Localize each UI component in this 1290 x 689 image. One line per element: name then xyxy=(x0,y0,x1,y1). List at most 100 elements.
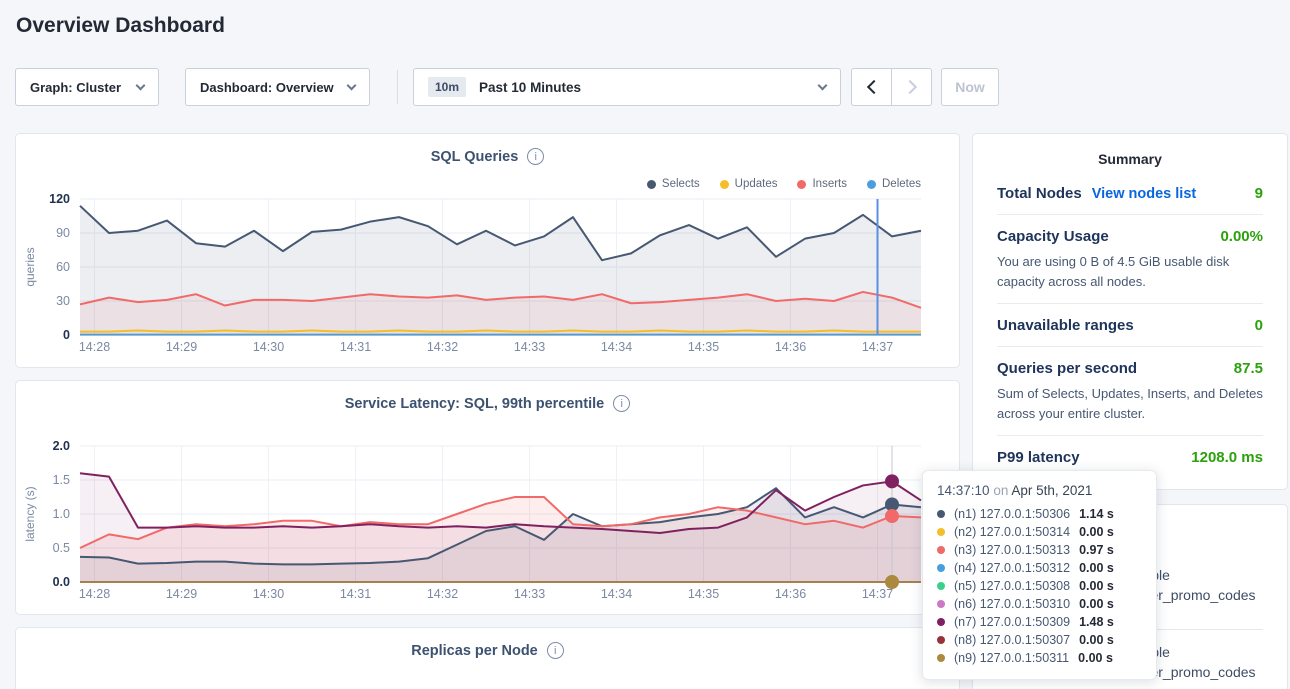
crosshair-dot xyxy=(885,509,899,523)
chart-title-text: Replicas per Node xyxy=(411,643,538,659)
x-tick-label: 14:32 xyxy=(427,340,458,354)
dashboard-dropdown[interactable]: Dashboard: Overview xyxy=(185,68,370,106)
x-tick-label: 14:32 xyxy=(427,587,458,601)
legend-label: Deletes xyxy=(882,178,921,190)
chevron-right-icon xyxy=(902,80,916,94)
summary-label: Unavailable ranges xyxy=(997,317,1134,334)
series-color-dot xyxy=(937,618,945,626)
y-tick-label: 0.0 xyxy=(53,575,70,589)
chevron-left-icon xyxy=(866,80,880,94)
x-tick-label: 14:28 xyxy=(79,340,110,354)
tooltip-node-row: (n7) 127.0.0.1:503091.48 s xyxy=(937,613,1142,631)
y-tick-label: 30 xyxy=(56,294,70,308)
x-tick-label: 14:34 xyxy=(601,340,632,354)
sql-queries-panel: SQL Queries i Selects Updates Inserts Delet… xyxy=(15,133,960,368)
info-icon[interactable]: i xyxy=(613,395,630,412)
time-next-button[interactable] xyxy=(891,68,932,106)
x-tick-label: 14:31 xyxy=(340,340,371,354)
series-line xyxy=(80,330,921,331)
summary-panel: Summary Total NodesView nodes list9Capac… xyxy=(972,133,1288,490)
summary-title: Summary xyxy=(973,134,1287,172)
legend-item-deletes[interactable]: Deletes xyxy=(867,178,921,190)
time-range-label: Past 10 Minutes xyxy=(479,80,581,95)
now-button[interactable]: Now xyxy=(941,68,999,106)
x-tick-label: 14:35 xyxy=(688,340,719,354)
tooltip-node-row: (n4) 127.0.0.1:50312 0.00 s xyxy=(937,559,1142,577)
tooltip-node-label: (n9) 127.0.0.1:50311 xyxy=(954,651,1069,665)
graph-dropdown-label: Graph: Cluster xyxy=(30,80,121,95)
tooltip-date: Apr 5th, 2021 xyxy=(1011,483,1092,498)
x-tick-label: 14:28 xyxy=(79,587,110,601)
tooltip-node-label: (n3) 127.0.0.1:50313 xyxy=(954,543,1070,557)
tooltip-node-row: (n3) 127.0.0.1:50313 0.97 s xyxy=(937,541,1142,559)
chart-title: Replicas per Node i xyxy=(16,642,959,659)
x-tick-label: 14:30 xyxy=(253,587,284,601)
tooltip-node-value: 0.00 s xyxy=(1079,579,1114,593)
summary-row: Capacity Usage0.00%You are using 0 B of … xyxy=(997,214,1263,303)
legend-item-selects[interactable]: Selects xyxy=(647,178,700,190)
tooltip-node-label: (n1) 127.0.0.1:50306 xyxy=(954,507,1070,521)
tooltip-node-value: 1.48 s xyxy=(1079,615,1114,629)
series-color-dot xyxy=(937,636,945,644)
series-color-dot xyxy=(937,528,945,536)
tooltip-node-row: (n6) 127.0.0.1:50310 0.00 s xyxy=(937,595,1142,613)
summary-value: 0 xyxy=(1255,317,1263,334)
x-tick-label: 14:35 xyxy=(688,587,719,601)
tooltip-node-value: 0.00 s xyxy=(1079,597,1114,611)
toolbar-divider xyxy=(397,70,398,104)
summary-value: 0.00% xyxy=(1220,228,1263,245)
tooltip-node-row: (n8) 127.0.0.1:503070.00 s xyxy=(937,631,1142,649)
sql-queries-chart[interactable]: 030609012014:2814:2914:3014:3114:3214:33… xyxy=(18,190,959,362)
legend-item-updates[interactable]: Updates xyxy=(720,178,778,190)
x-tick-label: 14:34 xyxy=(601,587,632,601)
sql-queries-svg[interactable]: 030609012014:2814:2914:3014:3114:3214:33… xyxy=(18,190,959,362)
legend-item-inserts[interactable]: Inserts xyxy=(797,178,847,190)
tooltip-node-row: (n5) 127.0.0.1:503080.00 s xyxy=(937,577,1142,595)
y-tick-label: 2.0 xyxy=(53,439,70,453)
graph-dropdown[interactable]: Graph: Cluster xyxy=(15,68,159,106)
info-icon[interactable]: i xyxy=(527,148,544,165)
y-tick-label: 1.5 xyxy=(53,473,70,487)
chart-title: SQL Queries i xyxy=(16,148,959,165)
y-axis-label: queries xyxy=(23,247,37,286)
tooltip-node-value: 1.14 s xyxy=(1079,507,1114,521)
tooltip-node-value: 0.00 s xyxy=(1079,561,1114,575)
x-tick-label: 14:33 xyxy=(514,587,545,601)
y-tick-label: 0 xyxy=(63,328,70,342)
crosshair-dot xyxy=(885,474,899,488)
tooltip-node-value: 0.97 s xyxy=(1079,543,1114,557)
time-range-dropdown[interactable]: 10m Past 10 Minutes xyxy=(413,68,841,106)
chevron-down-icon xyxy=(347,81,357,91)
tooltip-node-label: (n8) 127.0.0.1:50307 xyxy=(954,633,1070,647)
y-tick-label: 1.0 xyxy=(53,507,70,521)
service-latency-svg[interactable]: 0.00.51.01.52.014:2814:2914:3014:3114:32… xyxy=(18,437,959,609)
summary-label: P99 latency xyxy=(997,449,1080,466)
x-tick-label: 14:33 xyxy=(514,340,545,354)
x-tick-label: 14:37 xyxy=(862,587,893,601)
view-nodes-list-link[interactable]: View nodes list xyxy=(1092,186,1197,202)
legend-dot xyxy=(647,180,656,189)
tooltip-node-label: (n4) 127.0.0.1:50312 xyxy=(954,561,1070,575)
tooltip-node-value: 0.00 s xyxy=(1079,525,1114,539)
y-tick-label: 0.5 xyxy=(53,541,70,555)
y-axis-label: latency (s) xyxy=(23,486,37,541)
tooltip-node-label: (n2) 127.0.0.1:50314 xyxy=(954,525,1070,539)
legend-label: Updates xyxy=(735,178,778,190)
tooltip-time: 14:37:10 xyxy=(937,483,990,498)
series-color-dot xyxy=(937,582,945,590)
replicas-per-node-panel: Replicas per Node i xyxy=(15,627,960,689)
x-tick-label: 14:36 xyxy=(775,340,806,354)
tooltip-node-row: (n1) 127.0.0.1:50306 1.14 s xyxy=(937,505,1142,523)
chart-title: Service Latency: SQL, 99th percentile i xyxy=(16,395,959,412)
tooltip-node-value: 0.00 s xyxy=(1078,651,1113,665)
info-icon[interactable]: i xyxy=(547,642,564,659)
time-prev-button[interactable] xyxy=(851,68,892,106)
y-tick-label: 60 xyxy=(56,260,70,274)
summary-label: Total Nodes xyxy=(997,185,1082,202)
summary-row: Unavailable ranges 0 xyxy=(997,303,1263,346)
service-latency-chart[interactable]: 0.00.51.01.52.014:2814:2914:3014:3114:32… xyxy=(18,437,959,609)
legend-dot xyxy=(797,180,806,189)
chart-legend: Selects Updates Inserts Deletes xyxy=(647,178,921,190)
tooltip-header: 14:37:10 on Apr 5th, 2021 xyxy=(937,483,1142,498)
tooltip-node-label: (n6) 127.0.0.1:50310 xyxy=(954,597,1070,611)
